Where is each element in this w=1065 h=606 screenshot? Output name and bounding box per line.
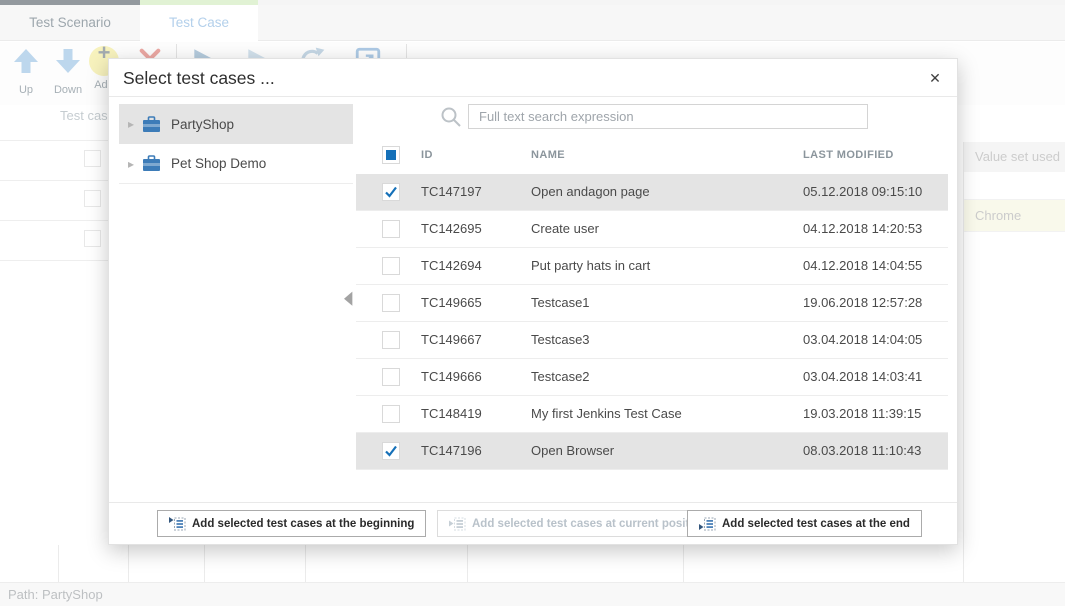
caret-right-icon[interactable]: ▸ xyxy=(128,117,142,131)
row-checkbox[interactable] xyxy=(382,294,400,312)
move-up-button[interactable]: Up xyxy=(4,46,48,96)
testcase-name: Testcase1 xyxy=(531,285,590,321)
testcase-name: Open Browser xyxy=(531,433,614,469)
search-input[interactable] xyxy=(468,104,868,129)
row-checkbox[interactable] xyxy=(382,368,400,386)
close-icon[interactable]: ✕ xyxy=(925,68,945,88)
footer-button-label: Add selected test cases at the end xyxy=(722,518,910,530)
dialog-title-divider xyxy=(109,96,957,97)
insert-position-icon xyxy=(699,517,716,531)
project-toolbox-icon xyxy=(142,116,161,133)
footer-button-label: Add selected test cases at the beginning xyxy=(192,518,414,530)
table-row[interactable]: TC147196 Open Browser 08.03.2018 11:10:43 xyxy=(356,433,948,470)
testcase-last-modified: 19.06.2018 12:57:28 xyxy=(803,285,922,321)
row-checkbox[interactable] xyxy=(382,442,400,460)
status-path-text: Path: PartyShop xyxy=(8,587,103,602)
background-column-divider xyxy=(128,545,129,582)
table-row[interactable]: TC148419 My first Jenkins Test Case 19.03.… xyxy=(356,396,948,433)
footer-button-label: Add selected test cases at current posit… xyxy=(472,518,707,530)
background-row-checkbox xyxy=(84,230,101,247)
select-all-checkbox[interactable] xyxy=(382,146,400,164)
background-cell-empty xyxy=(964,172,1065,200)
tree-item-label: Pet Shop Demo xyxy=(171,156,266,171)
project-tree: ▸ PartyShop ▸ Pet Shop Demo xyxy=(119,104,353,184)
background-row-checkbox xyxy=(84,190,101,207)
table-body: TC147197 Open andagon page 05.12.2018 09:1… xyxy=(356,174,948,470)
table-header-row: ID NAME LAST MODIFIED xyxy=(356,141,948,174)
testcase-last-modified: 04.12.2018 14:20:53 xyxy=(803,211,922,247)
testcase-name: Create user xyxy=(531,211,599,247)
testcase-last-modified: 19.03.2018 11:39:15 xyxy=(803,396,921,432)
arrow-up-icon xyxy=(11,46,41,76)
testcase-last-modified: 08.03.2018 11:10:43 xyxy=(803,433,921,469)
testcase-name: My first Jenkins Test Case xyxy=(531,396,682,432)
panel-collapse-icon[interactable]: ◀ xyxy=(344,286,352,308)
testcase-name: Testcase2 xyxy=(531,359,590,395)
testcase-name: Put party hats in cart xyxy=(531,248,650,284)
row-checkbox[interactable] xyxy=(382,183,400,201)
background-column-divider xyxy=(467,545,468,582)
table-row[interactable]: TC149667 Testcase3 03.04.2018 14:04:05 xyxy=(356,322,948,359)
testcase-last-modified: 03.04.2018 14:04:05 xyxy=(803,322,922,358)
testcase-last-modified: 05.12.2018 09:15:10 xyxy=(803,174,922,210)
select-test-cases-dialog: Select test cases ... ✕ ▸ PartyShop ▸ Pet S… xyxy=(108,58,958,545)
tab-bar: Test Scenario Test Case xyxy=(0,5,1065,41)
testcase-id: TC147197 xyxy=(421,174,482,210)
move-up-label: Up xyxy=(4,84,48,96)
background-column-divider xyxy=(58,545,59,582)
add-at-current-position-button[interactable]: Add selected test cases at current posit… xyxy=(437,510,719,537)
tab-test-case[interactable]: Test Case xyxy=(140,5,258,42)
column-header-id: ID xyxy=(421,149,433,161)
table-row[interactable]: TC149666 Testcase2 03.04.2018 14:03:41 xyxy=(356,359,948,396)
background-cell-chrome: Chrome xyxy=(964,200,1065,232)
testcase-id: TC147196 xyxy=(421,433,482,469)
add-at-end-button[interactable]: Add selected test cases at the end xyxy=(687,510,922,537)
table-row[interactable]: TC149665 Testcase1 19.06.2018 12:57:28 xyxy=(356,285,948,322)
tree-item-partyshop[interactable]: ▸ PartyShop xyxy=(119,104,353,144)
dialog-title: Select test cases ... xyxy=(123,59,275,97)
project-toolbox-icon xyxy=(142,155,161,172)
add-at-beginning-button[interactable]: Add selected test cases at the beginning xyxy=(157,510,426,537)
testcase-id: TC142695 xyxy=(421,211,482,247)
insert-position-icon xyxy=(449,517,466,531)
background-column-divider xyxy=(204,545,205,582)
background-column-divider xyxy=(683,545,684,582)
testcase-id: TC142694 xyxy=(421,248,482,284)
testcase-id: TC149666 xyxy=(421,359,482,395)
testcase-last-modified: 03.04.2018 14:03:41 xyxy=(803,359,922,395)
row-checkbox[interactable] xyxy=(382,257,400,275)
background-row-checkbox xyxy=(84,150,101,167)
testcase-last-modified: 04.12.2018 14:04:55 xyxy=(803,248,922,284)
table-row[interactable]: TC142694 Put party hats in cart 04.12.2018… xyxy=(356,248,948,285)
test-case-table: ID NAME LAST MODIFIED TC147197 Open andag… xyxy=(356,141,948,470)
testcase-name: Open andagon page xyxy=(531,174,650,210)
dialog-footer-divider xyxy=(109,502,957,503)
tree-item-label: PartyShop xyxy=(171,117,234,132)
search-icon xyxy=(439,105,463,129)
column-header-name: NAME xyxy=(531,149,565,161)
column-header-last-modified: LAST MODIFIED xyxy=(803,149,894,161)
background-column-header-value-set: Value set used xyxy=(964,142,1065,172)
caret-right-icon[interactable]: ▸ xyxy=(128,157,142,171)
testcase-name: Testcase3 xyxy=(531,322,590,358)
checkmark-icon xyxy=(383,443,399,459)
testcase-id: TC148419 xyxy=(421,396,482,432)
row-checkbox[interactable] xyxy=(382,331,400,349)
testcase-id: TC149667 xyxy=(421,322,482,358)
application-window: Test Scenario Test Case Up Down + Add xyxy=(0,0,1065,606)
tab-test-scenario[interactable]: Test Scenario xyxy=(0,5,140,41)
background-column-divider xyxy=(305,545,306,582)
tree-item-pet-shop-demo[interactable]: ▸ Pet Shop Demo xyxy=(119,144,353,184)
background-column-header-test-case: Test case xyxy=(60,108,115,123)
row-checkbox[interactable] xyxy=(382,405,400,423)
table-row[interactable]: TC142695 Create user 04.12.2018 14:20:53 xyxy=(356,211,948,248)
insert-position-icon xyxy=(169,517,186,531)
testcase-id: TC149665 xyxy=(421,285,482,321)
row-checkbox[interactable] xyxy=(382,220,400,238)
table-row[interactable]: TC147197 Open andagon page 05.12.2018 09:1… xyxy=(356,174,948,211)
checkmark-icon xyxy=(383,184,399,200)
arrow-down-icon xyxy=(53,46,83,76)
status-bar: Path: PartyShop xyxy=(0,582,1065,606)
indeterminate-mark-icon xyxy=(386,150,396,160)
